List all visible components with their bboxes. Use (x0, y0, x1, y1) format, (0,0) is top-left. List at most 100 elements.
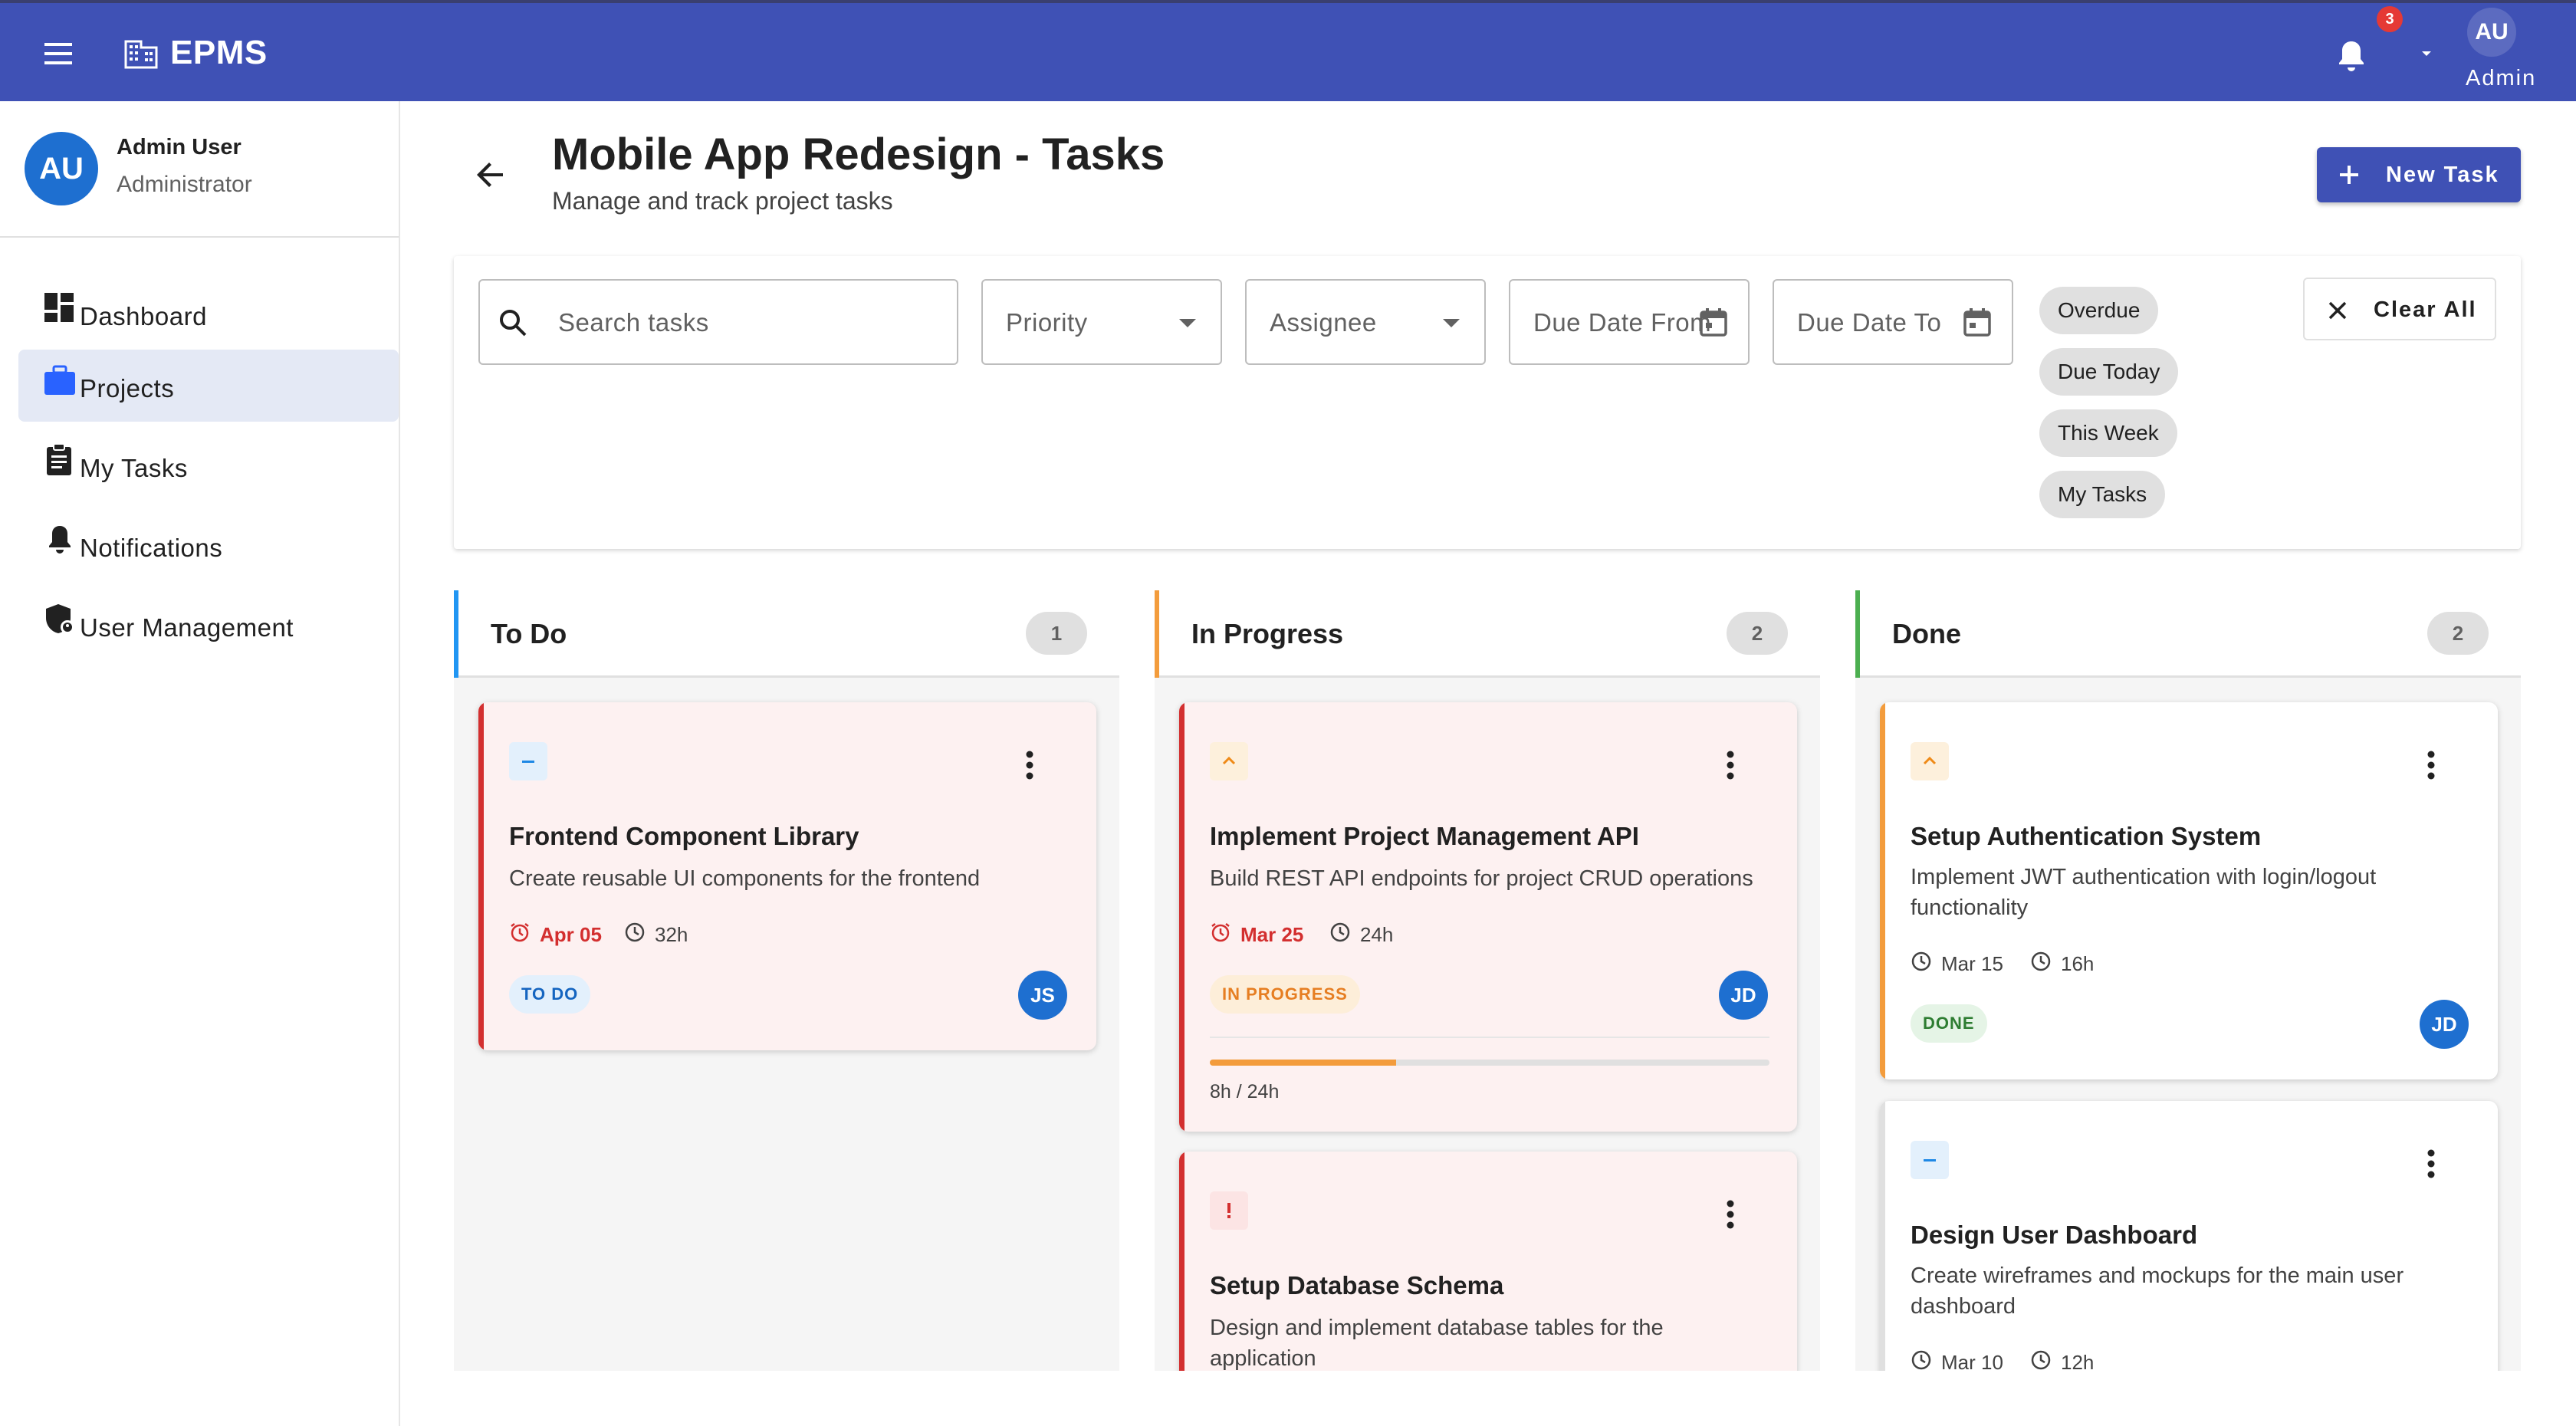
calendar-icon[interactable] (1697, 307, 1730, 339)
user-role-label: Admin (2466, 66, 2537, 90)
assignee-avatar[interactable]: JS (1018, 971, 1067, 1020)
menu-icon[interactable] (41, 37, 81, 71)
time-progress-bar (1210, 1060, 1769, 1066)
notifications-bell-icon[interactable] (2335, 38, 2367, 72)
more-options-icon[interactable] (1725, 750, 1736, 780)
due-date-from-placeholder: Due Date From (1533, 308, 1712, 337)
plus-icon (2338, 164, 2360, 186)
column-header: To Do 1 (454, 590, 1119, 678)
task-due-date: Mar 25 (1240, 923, 1304, 946)
assignee-select[interactable]: Assignee (1245, 279, 1486, 365)
task-card[interactable]: Frontend Component Library Create reusab… (478, 702, 1096, 1050)
task-title: Setup Authentication System (1911, 822, 2262, 850)
profile-name: Admin User (117, 135, 242, 159)
sidebar-item-label: Projects (80, 374, 175, 402)
priority-select[interactable]: Priority (981, 279, 1222, 365)
column-title: In Progress (1191, 618, 1344, 649)
new-task-button[interactable]: New Task (2317, 147, 2521, 202)
clock-icon (1329, 922, 1351, 943)
column-accent (454, 590, 458, 678)
more-options-icon[interactable] (2426, 1148, 2436, 1179)
priority-medium-icon (509, 742, 547, 780)
sidebar-item-user-management[interactable]: User Management (18, 589, 399, 661)
calendar-icon[interactable] (1961, 307, 1993, 339)
clock-icon (2030, 951, 2052, 972)
task-due-date: Mar 15 (1941, 952, 2003, 975)
chip-overdue[interactable]: Overdue (2039, 287, 2159, 334)
search-input[interactable]: Search tasks (478, 279, 958, 365)
sidebar-item-notifications[interactable]: Notifications (18, 509, 399, 581)
sidebar-item-my-tasks[interactable]: My Tasks (18, 429, 399, 501)
dropdown-arrow-icon (1443, 319, 1460, 328)
back-arrow-icon[interactable] (472, 158, 509, 192)
status-badge: TO DO (509, 975, 591, 1014)
time-progress-label: 8h / 24h (1210, 1081, 1280, 1102)
column-count-badge: 2 (1727, 612, 1788, 655)
user-avatar[interactable]: AU (2467, 8, 2516, 57)
sidebar-item-dashboard[interactable]: Dashboard (18, 278, 399, 350)
card-divider (1210, 1037, 1769, 1038)
sidebar-item-projects[interactable]: Projects (18, 350, 399, 422)
column-accent (1155, 590, 1159, 678)
column-done: Done 2 Setup Authentication System Imple… (1855, 590, 2521, 1371)
priority-placeholder: Priority (1006, 308, 1088, 337)
task-card[interactable]: Design User Dashboard Create wireframes … (1880, 1101, 2498, 1371)
task-due-date: Mar 10 (1941, 1351, 2003, 1371)
status-badge: IN PROGRESS (1210, 975, 1360, 1014)
profile-avatar: AU (25, 132, 98, 205)
due-date-to-input[interactable]: Due Date To (1773, 279, 2013, 365)
app-bar: EPMS 3 AU Admin (0, 0, 2576, 101)
status-badge: DONE (1911, 1004, 1987, 1043)
more-options-icon[interactable] (1725, 1199, 1736, 1230)
column-header: Done 2 (1855, 590, 2521, 678)
task-description: Build REST API endpoints for project CRU… (1210, 866, 1753, 891)
dashboard-icon (44, 291, 75, 325)
clock-icon (1911, 1349, 1932, 1371)
due-date-from-input[interactable]: Due Date From (1509, 279, 1750, 365)
column-todo: To Do 1 Frontend Component Library Creat… (454, 590, 1119, 1371)
card-accent (1880, 702, 1885, 1079)
alarm-icon (509, 922, 531, 943)
clock-icon (624, 922, 646, 943)
admin-shield-icon (44, 603, 75, 636)
sidebar-profile: AU Admin User Administrator (0, 101, 399, 238)
task-estimate: 32h (655, 923, 688, 946)
task-title: Implement Project Management API (1210, 822, 1639, 850)
column-count-badge: 2 (2427, 612, 2489, 655)
new-task-label: New Task (2386, 163, 2499, 187)
chip-my-tasks[interactable]: My Tasks (2039, 471, 2166, 518)
page-subtitle: Manage and track project tasks (552, 187, 893, 215)
priority-medium-icon (1911, 1141, 1949, 1179)
priority-urgent-icon (1210, 1191, 1248, 1230)
clear-all-label: Clear All (2374, 297, 2477, 322)
profile-role: Administrator (117, 172, 252, 197)
close-icon (2328, 301, 2348, 320)
notification-count-badge: 3 (2377, 6, 2403, 32)
chevron-down-icon[interactable] (2418, 49, 2435, 60)
priority-high-icon (1911, 742, 1949, 780)
column-header: In Progress 2 (1155, 590, 1820, 678)
time-progress-fill (1210, 1060, 1397, 1066)
task-title: Frontend Component Library (509, 822, 859, 850)
more-options-icon[interactable] (1024, 750, 1035, 780)
task-description: Design and implement database tables for… (1210, 1316, 1664, 1371)
task-card[interactable]: Setup Authentication System Implement JW… (1880, 702, 2498, 1079)
column-accent (1855, 590, 1860, 678)
assignee-avatar[interactable]: JD (1719, 971, 1768, 1020)
chip-this-week[interactable]: This Week (2039, 409, 2177, 457)
card-accent (1179, 702, 1184, 1132)
task-description: Create wireframes and mockups for the ma… (1911, 1263, 2404, 1319)
task-description: Implement JWT authentication with login/… (1911, 865, 2377, 920)
clear-all-button[interactable]: Clear All (2303, 278, 2496, 340)
assignee-avatar[interactable]: JD (2420, 1000, 2469, 1049)
dropdown-arrow-icon (1179, 319, 1196, 328)
task-card[interactable]: Implement Project Management API Build R… (1179, 702, 1797, 1132)
more-options-icon[interactable] (2426, 750, 2436, 780)
clock-icon (2030, 1349, 2052, 1371)
briefcase-icon (44, 363, 75, 397)
task-card[interactable]: Setup Database Schema Design and impleme… (1179, 1152, 1797, 1371)
chip-due-today[interactable]: Due Today (2039, 348, 2179, 396)
sidebar-item-label: Dashboard (80, 302, 207, 330)
task-title: Design User Dashboard (1911, 1221, 2198, 1249)
app-brand[interactable]: EPMS (170, 34, 268, 72)
